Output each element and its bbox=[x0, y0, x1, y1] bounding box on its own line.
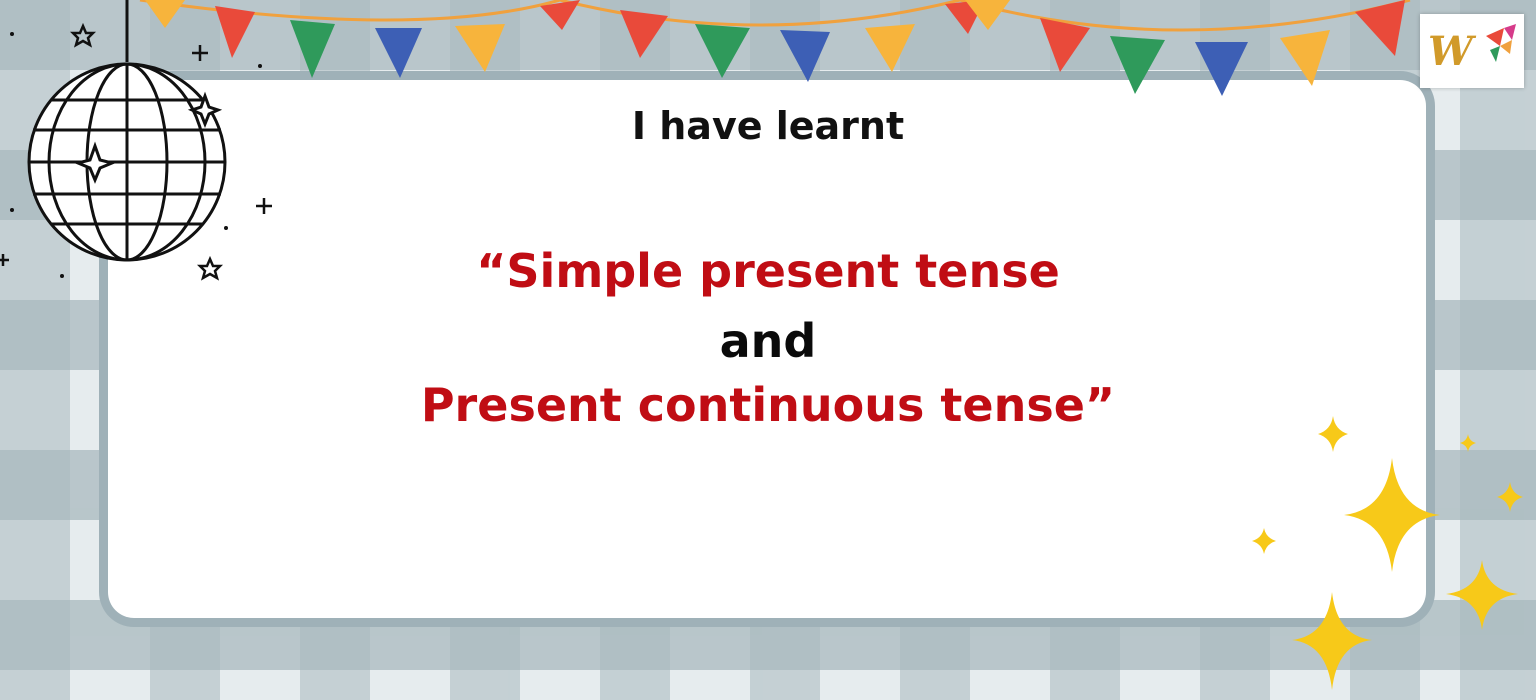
sparkle-icon bbox=[1252, 416, 1523, 690]
decorations bbox=[0, 0, 1523, 690]
bunting-flags bbox=[139, 0, 1411, 96]
logo-letter: W bbox=[1428, 28, 1473, 75]
brand-logo: W bbox=[1420, 14, 1524, 88]
disco-ball-icon bbox=[27, 0, 227, 262]
